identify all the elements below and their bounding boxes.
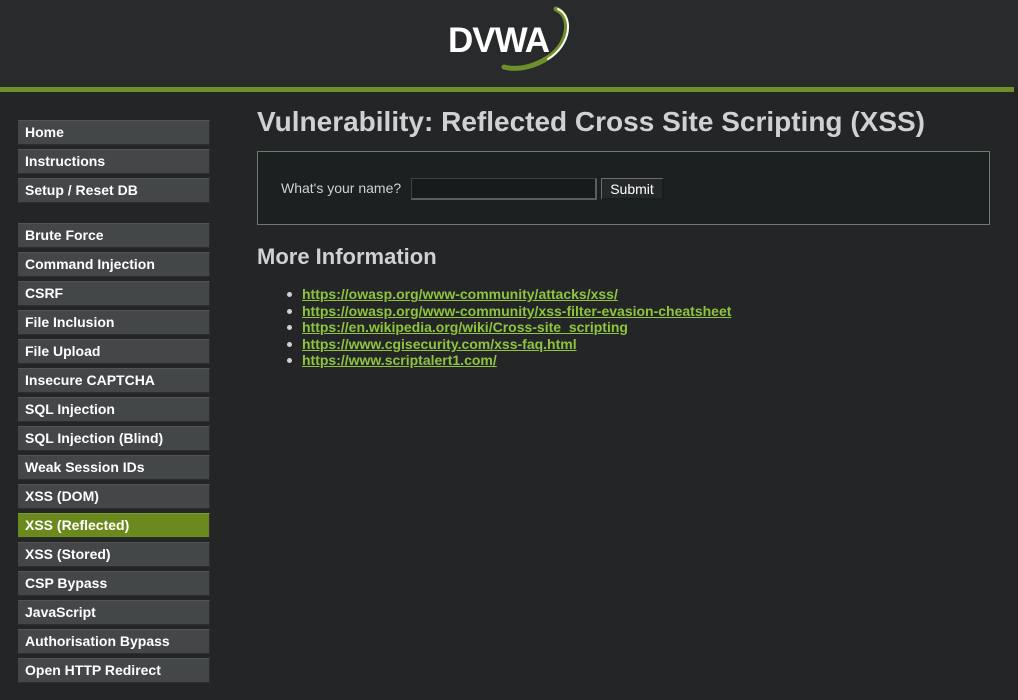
sidebar-item-instructions[interactable]: Instructions <box>18 149 210 174</box>
sidebar-menu: Home Instructions Setup / Reset DB Brute… <box>18 120 210 687</box>
sidebar-item-setup[interactable]: Setup / Reset DB <box>18 178 210 203</box>
reference-link[interactable]: https://en.wikipedia.org/wiki/Cross-site… <box>302 319 628 335</box>
sidebar-item-home[interactable]: Home <box>18 120 210 145</box>
reference-link[interactable]: https://www.scriptalert1.com/ <box>302 352 497 368</box>
name-label: What's your name? <box>281 180 402 196</box>
name-input[interactable] <box>411 178 597 200</box>
dvwa-logo-icon: DVWA <box>448 6 570 71</box>
sidebar-item-insecure-captcha[interactable]: Insecure CAPTCHA <box>18 368 210 393</box>
reference-link[interactable]: https://owasp.org/www-community/attacks/… <box>302 286 618 302</box>
page-header: DVWA <box>0 0 1018 87</box>
sidebar-item-authorisation-bypass[interactable]: Authorisation Bypass <box>18 629 210 654</box>
header-divider <box>0 87 1014 92</box>
sidebar-item-sql-injection[interactable]: SQL Injection <box>18 397 210 422</box>
sidebar-item-weak-session-ids[interactable]: Weak Session IDs <box>18 455 210 480</box>
submit-button[interactable]: Submit <box>601 178 664 200</box>
menu-group-general: Home Instructions Setup / Reset DB <box>18 120 210 203</box>
list-item: https://owasp.org/www-community/attacks/… <box>286 286 731 303</box>
dvwa-logo[interactable]: DVWA <box>444 3 574 75</box>
sidebar-item-open-http-redirect[interactable]: Open HTTP Redirect <box>18 658 210 683</box>
more-information-links: https://owasp.org/www-community/attacks/… <box>257 286 731 369</box>
sidebar-item-javascript[interactable]: JavaScript <box>18 600 210 625</box>
list-item: https://owasp.org/www-community/xss-filt… <box>286 303 731 320</box>
sidebar-item-file-upload[interactable]: File Upload <box>18 339 210 364</box>
list-item: https://en.wikipedia.org/wiki/Cross-site… <box>286 319 731 336</box>
sidebar-item-brute-force[interactable]: Brute Force <box>18 223 210 248</box>
sidebar-item-xss-reflected[interactable]: XSS (Reflected) <box>18 513 210 538</box>
sidebar-item-csrf[interactable]: CSRF <box>18 281 210 306</box>
vulnerable-code-area: What's your name? Submit <box>257 151 990 225</box>
sidebar-item-csp-bypass[interactable]: CSP Bypass <box>18 571 210 596</box>
sidebar-item-file-inclusion[interactable]: File Inclusion <box>18 310 210 335</box>
reference-link[interactable]: https://owasp.org/www-community/xss-filt… <box>302 303 731 319</box>
reference-link[interactable]: https://www.cgisecurity.com/xss-faq.html <box>302 336 577 352</box>
sidebar-item-xss-dom[interactable]: XSS (DOM) <box>18 484 210 509</box>
sidebar-item-xss-stored[interactable]: XSS (Stored) <box>18 542 210 567</box>
more-information-heading: More Information <box>257 244 437 269</box>
menu-group-vulnerabilities: Brute Force Command Injection CSRF File … <box>18 223 210 683</box>
logo-text: DVWA <box>448 21 550 60</box>
sidebar-item-command-injection[interactable]: Command Injection <box>18 252 210 277</box>
list-item: https://www.cgisecurity.com/xss-faq.html <box>286 336 731 353</box>
sidebar-item-sql-injection-blind[interactable]: SQL Injection (Blind) <box>18 426 210 451</box>
page-title: Vulnerability: Reflected Cross Site Scri… <box>257 106 925 137</box>
list-item: https://www.scriptalert1.com/ <box>286 352 731 369</box>
